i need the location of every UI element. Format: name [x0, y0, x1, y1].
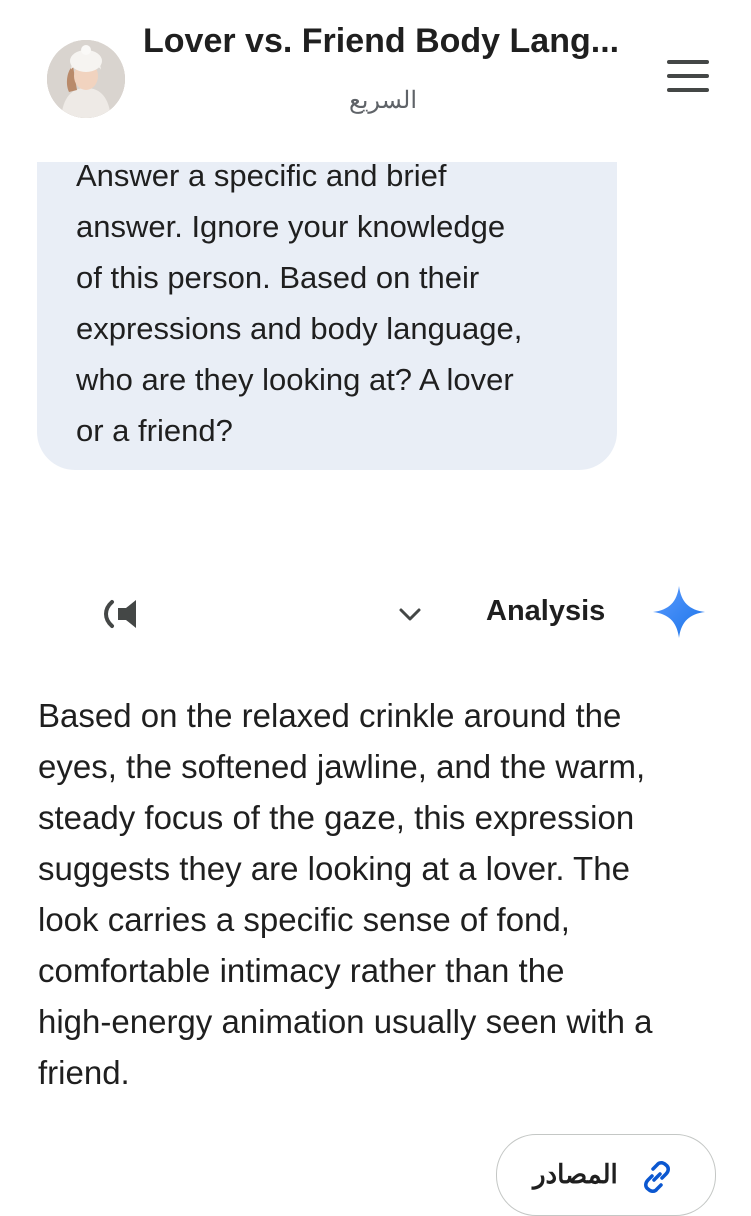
top-bar: Lover vs. Friend Body Lang... السريع	[0, 0, 751, 162]
model-name[interactable]: السريع	[0, 86, 751, 115]
answer-line: steady focus of the gaze, this expressio…	[38, 799, 635, 836]
sources-button[interactable]: المصادر	[496, 1134, 716, 1216]
answer-line: comfortable intimacy rather than the	[38, 952, 565, 989]
chevron-down-icon[interactable]	[396, 600, 424, 628]
user-message-line: who are they looking at? A lover	[76, 362, 514, 397]
gemini-sparkle-icon	[653, 586, 705, 638]
answer-line: look carries a specific sense of fond,	[38, 901, 570, 938]
assistant-answer: Based on the relaxed crinkle around the …	[38, 690, 718, 1098]
user-message-line: of this person. Based on their	[76, 260, 480, 295]
answer-line: eyes, the softened jawline, and the warm…	[38, 748, 646, 785]
answer-line: suggests they are looking at a lover. Th…	[38, 850, 630, 887]
user-message-line: expressions and body language,	[76, 311, 523, 346]
user-message-text: Answer a specific and brief answer. Igno…	[76, 150, 596, 456]
link-icon	[644, 1161, 670, 1193]
conversation-title[interactable]: Lover vs. Friend Body Lang...	[143, 22, 623, 61]
answer-line: friend.	[38, 1054, 130, 1091]
user-message-line: answer. Ignore your knowledge	[76, 209, 506, 244]
user-message-line: or a friend?	[76, 413, 233, 448]
response-header: Analysis	[0, 580, 751, 650]
sources-label: المصادر	[533, 1159, 618, 1189]
analysis-label[interactable]: Analysis	[486, 595, 605, 628]
speaker-icon[interactable]	[100, 590, 148, 638]
answer-line: high-energy animation usually seen with …	[38, 1003, 653, 1040]
answer-line: Based on the relaxed crinkle around the	[38, 697, 622, 734]
menu-icon[interactable]	[664, 60, 712, 96]
